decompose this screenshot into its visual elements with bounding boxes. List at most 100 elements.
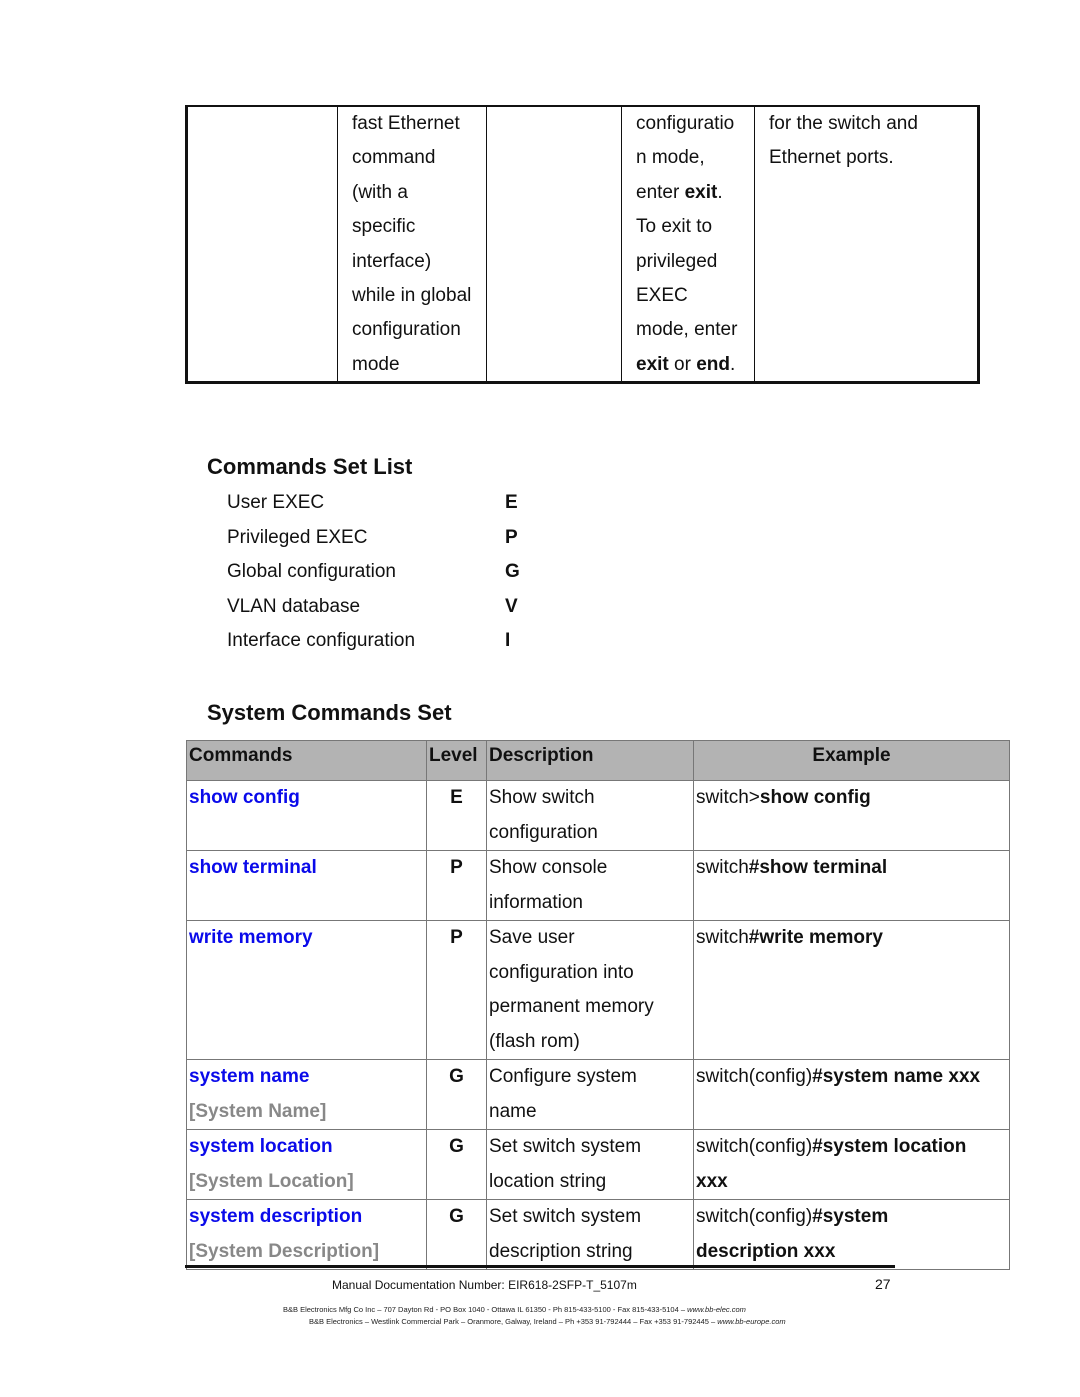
description-cell: Show switch configuration <box>486 780 694 851</box>
bold-text: #system location <box>812 1136 967 1157</box>
example-line: switch(config)#system name xxx <box>696 1060 1007 1095</box>
command-link[interactable]: write memory <box>189 921 424 956</box>
description-line: configuration into <box>489 961 634 983</box>
mode-name: Global configuration <box>227 561 396 582</box>
cell-line: EXEC <box>636 279 756 313</box>
doc-number: Manual Documentation Number: EIR618-2SFP… <box>332 1278 637 1292</box>
text-run: fast Ethernet <box>352 113 460 134</box>
system-commands-table: Commands Level Description Example show … <box>186 740 1010 1270</box>
header-description: Description <box>486 740 694 781</box>
mode-code: I <box>505 630 511 651</box>
text-run: privileged <box>636 250 718 272</box>
mode-code: P <box>505 526 518 548</box>
description-cell: Show console information <box>486 850 694 921</box>
description-line: (flash rom) <box>489 1030 580 1052</box>
bold-text: #write memory <box>748 927 883 948</box>
header-level: Level <box>426 740 487 781</box>
commands-set-list-heading: Commands Set List <box>207 454 413 479</box>
example-line: description xxx <box>696 1235 1007 1270</box>
cell-line: mode <box>352 348 487 382</box>
description-line: Configure system <box>489 1066 637 1087</box>
bold-text: description xxx <box>696 1240 836 1262</box>
level-cell: G <box>426 1129 487 1200</box>
description-line: Show switch <box>489 787 595 808</box>
cell-line: (with a <box>352 176 487 210</box>
table-column: for the switch and Ethernet ports. <box>754 107 980 381</box>
footer-rule <box>185 1265 895 1268</box>
text-run: switch <box>696 927 749 948</box>
text-run: interface) <box>352 250 432 272</box>
level-cell: E <box>426 780 487 851</box>
cell-line: interface) <box>352 245 487 279</box>
address-us: B&B Electronics Mfg Co Inc – 707 Dayton … <box>283 1305 746 1314</box>
text-run: switch> <box>696 787 760 808</box>
command-link[interactable]: show config <box>189 781 424 816</box>
system-commands-heading: System Commands Set <box>207 700 452 725</box>
text-run: enter <box>636 181 685 203</box>
text-run: mode, enter <box>636 319 738 341</box>
command-alias: [System Location] <box>189 1170 354 1192</box>
cell-line: mode, enter <box>636 313 756 347</box>
table-header-row: Commands Level Description Example <box>186 740 1010 781</box>
mode-code: E <box>505 492 518 513</box>
cell-line: Ethernet ports. <box>769 141 980 175</box>
bold-text: end <box>696 353 730 375</box>
example-cell: switch(config)#system description xxx <box>693 1199 1010 1270</box>
level-cell: P <box>426 920 487 1060</box>
mode-code: G <box>505 561 520 582</box>
text-run: Ethernet ports. <box>769 147 894 169</box>
description-line: Set switch system <box>489 1206 642 1227</box>
bold-text: show config <box>759 787 871 808</box>
example-line: switch>show config <box>696 781 1007 816</box>
command-link[interactable]: system location <box>189 1130 424 1165</box>
example-line: xxx <box>696 1165 1007 1200</box>
example-cell: switch(config)#system name xxx <box>693 1059 1010 1130</box>
text-run: for the switch and <box>769 113 918 134</box>
text-run: mode <box>352 353 400 375</box>
example-line: switch(config)#system location <box>696 1130 1007 1165</box>
table-row: system location [System Location] G Set swi… <box>186 1129 1010 1200</box>
command-link[interactable]: system name <box>189 1060 424 1095</box>
table-row: write memory P Save user configuration into… <box>186 920 1010 1060</box>
text-run: switch(config) <box>696 1066 813 1087</box>
description-line: configuration <box>489 821 598 843</box>
description-cell: Configure system name <box>486 1059 694 1130</box>
text-run: configuratio <box>636 113 735 134</box>
table-row: show config E Show switch configuration swit… <box>186 780 1010 851</box>
text-run: . <box>717 181 723 203</box>
mode-name: Privileged EXEC <box>227 526 368 548</box>
command-link[interactable]: show terminal <box>189 851 424 886</box>
text-run: switch(config) <box>696 1206 813 1227</box>
header-commands: Commands <box>186 740 427 781</box>
cell-line: while in global <box>352 279 487 313</box>
cell-line: for the switch and <box>769 107 980 141</box>
mode-name: Interface configuration <box>227 630 416 651</box>
description-line: permanent memory <box>489 996 654 1017</box>
description-cell: Save user configuration into permanent mem… <box>486 920 694 1060</box>
text-run: . <box>729 353 736 375</box>
command-cell: show terminal <box>186 850 427 921</box>
example-cell: switch>show config <box>693 780 1010 851</box>
description-line: location string <box>489 1170 607 1192</box>
level-cell: P <box>426 850 487 921</box>
bold-text: #system name xxx <box>812 1066 981 1087</box>
table-column <box>486 107 622 381</box>
table-column <box>187 107 338 381</box>
table-column: configuratio n mode, enter exit. To exit to… <box>621 107 756 381</box>
command-link[interactable]: system description <box>189 1200 424 1235</box>
description-cell: Set switch system description string <box>486 1199 694 1270</box>
website-us-link[interactable]: www.bb-elec.com <box>687 1305 746 1314</box>
text-run: switch(config) <box>696 1136 813 1157</box>
website-eu-link[interactable]: www.bb-europe.com <box>717 1317 785 1326</box>
description-cell: Set switch system location string <box>486 1129 694 1200</box>
cell-line: command <box>352 141 487 175</box>
example-line: switch#write memory <box>696 921 1007 956</box>
cell-line: configuration <box>352 313 487 347</box>
cell-line: fast Ethernet <box>352 107 487 141</box>
table-row: system name [System Name] G Configure syste… <box>186 1059 1010 1130</box>
command-cell: system location [System Location] <box>186 1129 427 1200</box>
bold-text: #show terminal <box>748 857 888 878</box>
page-number: 27 <box>875 1276 891 1292</box>
cell-line: specific <box>352 210 487 244</box>
table-row: system description [System Description] G S… <box>186 1199 1010 1270</box>
